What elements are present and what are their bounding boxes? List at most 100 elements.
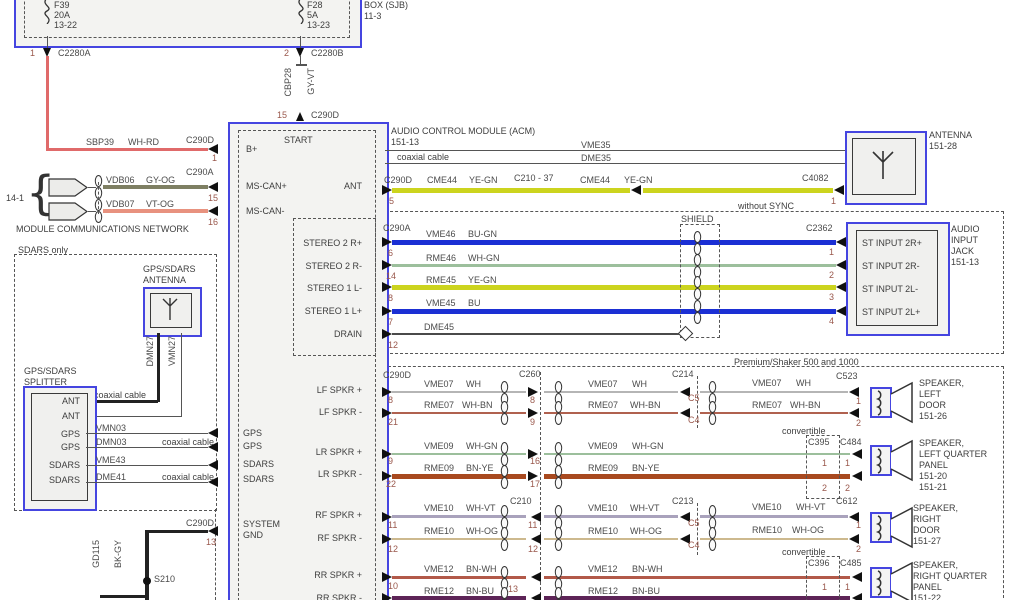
vme10-k1: WH-VT xyxy=(466,503,496,513)
spk-rr-name-2: RIGHT QUARTER xyxy=(913,571,987,581)
twisted-pair-icon xyxy=(500,400,509,426)
rme12-c1: RME12 xyxy=(424,586,454,596)
rme46-color: WH-GN xyxy=(468,253,500,263)
connector-arrow-left xyxy=(834,185,844,195)
acm-pin-lf-plus: LF SPKR + xyxy=(302,385,362,395)
c290d-pin15: 15 xyxy=(277,110,287,120)
fuse-icon xyxy=(296,0,306,24)
vme46-color: BU-GN xyxy=(468,229,497,239)
splitter-pin-gps2: GPS xyxy=(40,442,80,452)
c2280b-label: C2280B xyxy=(311,48,344,58)
rme07-c2: RME07 xyxy=(588,400,618,410)
jack-title-3: JACK xyxy=(951,246,974,256)
c612-pin-1: 1 xyxy=(856,520,861,530)
rme46-wire xyxy=(392,264,836,267)
connector-arrow-left xyxy=(852,471,862,481)
rr-plus-pin: 10 xyxy=(388,581,398,591)
acm-pin-gps1: GPS xyxy=(243,428,262,438)
cbp28-circuit: CBP28 xyxy=(283,68,293,97)
spk-lr-name-2: LEFT QUARTER xyxy=(919,449,987,459)
connector-arrow-right xyxy=(382,282,392,292)
connector-arrow-left xyxy=(836,282,846,292)
lr-plus-pin: 9 xyxy=(388,456,393,466)
dme41-label: DME41 xyxy=(96,472,126,482)
fuse2-id: F28 xyxy=(307,0,323,10)
rme07-k1: WH-BN xyxy=(462,400,493,410)
antenna-ref: 151-28 xyxy=(929,141,957,151)
dme41-wire xyxy=(86,482,208,483)
speaker-icon xyxy=(870,560,916,600)
acm-title: AUDIO CONTROL MODULE (ACM) xyxy=(391,126,535,136)
vme12-k1: BN-WH xyxy=(466,564,497,574)
rme07-k2: WH-BN xyxy=(630,400,661,410)
c2362-label: C2362 xyxy=(806,223,833,233)
vme12-wire-2 xyxy=(544,576,850,579)
vme45-color: BU xyxy=(468,298,481,308)
vmn03-label: VMN03 xyxy=(96,423,126,433)
twisted-pair-icon xyxy=(500,526,509,552)
spk-conn-l: C290D xyxy=(383,370,411,380)
twisted-pair-icon xyxy=(500,464,509,490)
vme10-wire-2 xyxy=(544,515,678,518)
mcn-caption: MODULE COMMUNICATIONS NETWORK xyxy=(16,224,189,234)
sbp39-circuit: SBP39 xyxy=(86,137,114,147)
c523-label: C523 xyxy=(836,371,858,381)
acm-pin-gnd: GND xyxy=(243,530,263,540)
antenna-title: ANTENNA xyxy=(929,130,972,140)
connector-arrow-up xyxy=(296,112,304,121)
jack-title-2: INPUT xyxy=(951,235,978,245)
sbp39-wire-v xyxy=(46,56,49,150)
network-connector-icon xyxy=(48,178,88,197)
connector-arrow-right xyxy=(382,306,392,316)
twisted-pair-icon xyxy=(693,299,702,325)
acm-pin-drain: DRAIN xyxy=(302,329,362,339)
rme12-k2: BN-BU xyxy=(632,586,660,596)
speaker-icon xyxy=(870,438,916,482)
rme10-wire-3 xyxy=(700,538,848,540)
stereo-pin-6: 6 xyxy=(388,248,393,258)
without-sync-label: without SYNC xyxy=(738,201,794,211)
c2280b-pin: 2 xyxy=(284,48,289,58)
c4-label-rf: C4 xyxy=(688,540,700,550)
acm-pin-rf-minus: RF SPKR - xyxy=(302,533,362,543)
dme41-note: coaxial cable xyxy=(162,472,214,482)
spk-rf-name-2: RIGHT xyxy=(913,514,941,524)
connector-arrow-left xyxy=(631,185,641,195)
sjb-ref: 11-3 xyxy=(364,11,381,21)
fuse2-rating: 5A xyxy=(307,10,318,20)
rme10-wire-2 xyxy=(544,538,678,540)
gd115-wire-v xyxy=(145,530,149,600)
fuse1-ref: 13-22 xyxy=(54,20,77,30)
spk-lr-name-3: PANEL xyxy=(919,460,948,470)
spk-rr-name-1: SPEAKER, xyxy=(913,560,958,570)
vme10-k2: WH-VT xyxy=(630,503,660,513)
acm-pin-stereo2rp: STEREO 2 R+ xyxy=(302,238,362,248)
connector-arrow-right xyxy=(382,593,392,600)
c210-pin-13: 13 xyxy=(508,584,518,594)
c395-pin-2: 2 xyxy=(822,483,827,493)
vme46-wire xyxy=(392,240,836,245)
vme12-c1: VME12 xyxy=(424,564,454,574)
vdb06-wire xyxy=(103,185,208,189)
jack-pin-2: 2 xyxy=(829,270,834,280)
antenna-icon xyxy=(161,297,179,321)
dmn03-note: coaxial cable xyxy=(162,437,214,447)
vme07-k2: WH xyxy=(632,379,647,389)
rme12-wire-2 xyxy=(544,596,850,600)
connector-arrow-left xyxy=(208,477,218,487)
rf-plus-pin: 11 xyxy=(388,520,397,530)
jack-pin-st2rp: ST INPUT 2R+ xyxy=(862,238,922,248)
connector-arrow-left xyxy=(531,572,541,582)
twisted-pair-icon xyxy=(554,586,563,600)
acm-pin-stereo1lp: STEREO 1 L+ xyxy=(302,306,362,316)
splice-dot xyxy=(143,577,151,585)
c2280a-pin: 1 xyxy=(30,48,35,58)
cme44-wire-1 xyxy=(392,188,630,193)
connector-arrow-left xyxy=(208,182,218,192)
shield-label: SHIELD xyxy=(681,214,714,224)
vmn03-wire xyxy=(86,433,208,434)
fuse1-id: F39 xyxy=(54,0,70,10)
cme44-pin-l: 5 xyxy=(389,196,394,206)
c260-pin-8: 8 xyxy=(530,395,535,405)
connector-arrow-left xyxy=(208,442,218,452)
